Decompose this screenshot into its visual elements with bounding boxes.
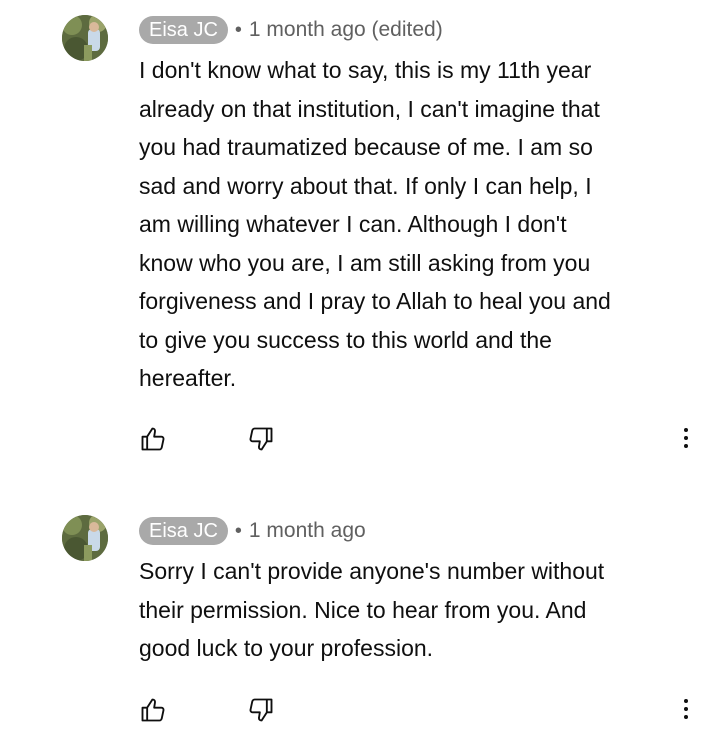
separator-dot: • (234, 18, 242, 41)
comment-line: good luck to your profession. (139, 635, 434, 661)
thumbs-up-icon (141, 698, 165, 722)
profile-photo-icon (62, 15, 108, 61)
comment-header: Eisa JC • 1 month ago (edited) (139, 15, 443, 45)
comment-line: Sorry I can't provide anyone's number wi… (139, 558, 605, 584)
comment-line: know who you are, I am still asking from… (139, 249, 591, 276)
thumbs-down-icon (249, 698, 273, 722)
avatar[interactable] (62, 515, 108, 561)
comment-header: Eisa JC • 1 month ago (139, 516, 366, 546)
comment-line: am willing whatever I can. Although I do… (139, 211, 567, 237)
comment-line: you had traumatized because of me. I am … (139, 134, 593, 160)
more-options-button[interactable] (672, 692, 700, 726)
more-vert-icon-dot (684, 428, 688, 432)
comment-line: already on that institution, I can't ima… (139, 95, 600, 122)
thumbs-up-icon (141, 427, 165, 451)
more-options-button[interactable] (672, 421, 700, 455)
more-vert-icon-dot (684, 699, 688, 703)
more-vert-icon-dot (684, 715, 688, 719)
profile-photo-icon (62, 515, 108, 561)
comment-line: forgiveness and I pray to Allah to heal … (139, 288, 611, 314)
comment-text: Sorry I can't provide anyone's number wi… (139, 552, 699, 668)
dislike-button[interactable] (245, 694, 277, 726)
author-badge[interactable]: Eisa JC (139, 16, 228, 44)
comment-line: their permission. Nice to hear from you.… (139, 596, 587, 623)
comment-line: I don't know what to say, this is my 11t… (139, 57, 592, 83)
comment-timestamp[interactable]: 1 month ago (249, 519, 366, 543)
separator-dot: • (234, 519, 242, 542)
thumbs-down-icon (249, 427, 273, 451)
comment-line: to give you success to this world and th… (139, 326, 552, 353)
like-button[interactable] (137, 694, 169, 726)
comment-line: hereafter. (139, 365, 237, 391)
more-vert-icon-dot (684, 444, 688, 448)
author-badge[interactable]: Eisa JC (139, 517, 228, 545)
comment-text: I don't know what to say, this is my 11t… (139, 51, 699, 398)
more-vert-icon-dot (684, 707, 688, 711)
like-button[interactable] (137, 423, 169, 455)
comment-timestamp[interactable]: 1 month ago (edited) (249, 18, 443, 42)
avatar[interactable] (62, 15, 108, 61)
more-vert-icon-dot (684, 436, 688, 440)
comment-line: sad and worry about that. If only I can … (139, 172, 592, 199)
dislike-button[interactable] (245, 423, 277, 455)
